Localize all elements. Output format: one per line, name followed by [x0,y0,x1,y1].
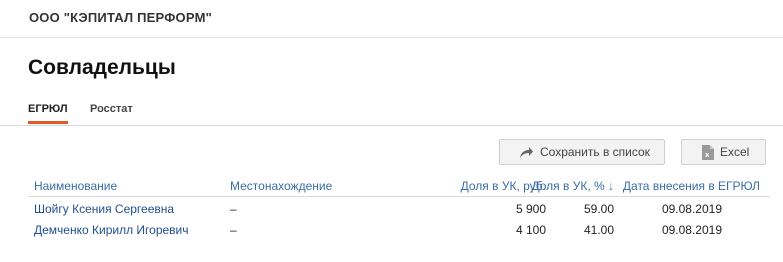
owners-table: Наименование Местонахождение Доля в УК, … [28,177,770,241]
owner-share-rub: 5 900 [515,202,546,216]
svg-text:x: x [705,151,710,159]
owner-location: – [230,202,237,216]
share-arrow-icon [518,145,534,159]
column-header-date[interactable]: Дата внесения в ЕГРЮЛ [623,179,760,193]
owner-name-link[interactable]: Демченко Кирилл Игоревич [34,223,189,237]
owner-location: – [230,223,237,237]
owner-date: 09.08.2019 [661,223,722,237]
table-row: Демченко Кирилл Игоревич – 4 100 41.00 0… [28,220,770,241]
column-header-name[interactable]: Наименование [34,179,117,193]
tab-bar: ЕГРЮЛ Росстат [0,103,783,126]
save-to-list-label: Сохранить в список [540,145,650,159]
column-header-location[interactable]: Местонахождение [230,179,332,193]
page-title: Совладельцы [28,56,176,79]
excel-label: Excel [720,145,750,159]
excel-file-icon: x [702,144,714,160]
tab-rosstat[interactable]: Росстат [90,103,133,121]
column-header-share-pct[interactable]: Доля в УК, % ↓ [532,179,615,193]
table-row: Шойгу Ксения Сергеевна – 5 900 59.00 09.… [28,199,770,220]
owner-share-pct: 59.00 [583,202,614,216]
owner-share-rub: 4 100 [515,223,546,237]
excel-export-button[interactable]: x Excel [681,139,766,165]
company-header: ООО "КЭПИТАЛ ПЕРФОРМ" [0,0,783,38]
owner-share-pct: 41.00 [583,223,614,237]
table-header-row: Наименование Местонахождение Доля в УК, … [28,177,770,197]
owner-name-link[interactable]: Шойгу Ксения Сергеевна [34,202,174,216]
save-to-list-button[interactable]: Сохранить в список [499,139,665,165]
company-name: ООО "КЭПИТАЛ ПЕРФОРМ" [29,10,212,25]
owner-date: 09.08.2019 [661,202,722,216]
tab-egrul[interactable]: ЕГРЮЛ [28,103,68,124]
